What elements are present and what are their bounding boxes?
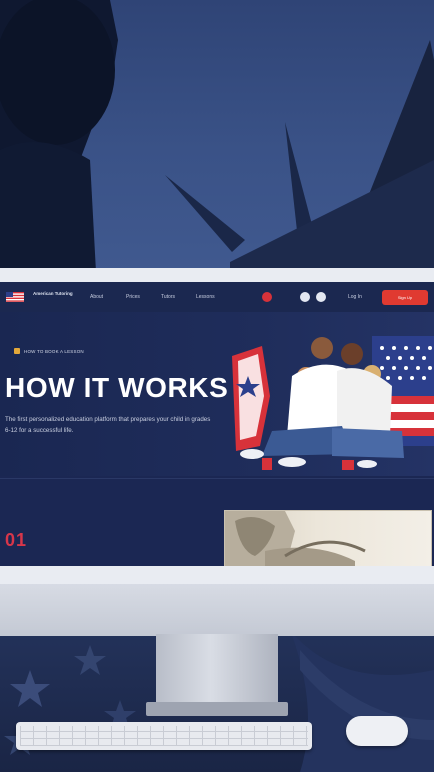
step-number: 01	[5, 530, 28, 550]
family-flag-image	[232, 336, 434, 470]
flag-logo-icon[interactable]	[6, 292, 24, 302]
social-icon-1[interactable]	[300, 292, 310, 302]
keyboard	[16, 722, 312, 750]
statue-silhouette	[0, 0, 434, 272]
section-divider	[0, 478, 434, 479]
hero-eyebrow-text: HOW TO BOOK A LESSON	[24, 348, 84, 354]
hero-title: HOW IT WORKS	[5, 372, 229, 403]
nav-link-prices[interactable]: Prices	[126, 294, 140, 300]
monitor-stand	[156, 634, 278, 706]
keyboard-keys	[20, 726, 308, 746]
nav-link-tutors[interactable]: Tutors	[161, 294, 175, 300]
background-photo-statue	[0, 0, 434, 272]
hero-subtitle: The first personalized education platfor…	[5, 416, 211, 434]
website-screen: American Tutoring About Prices Tutors Le…	[0, 282, 434, 566]
monitor-chin	[0, 584, 434, 636]
statue-sculpture-image	[225, 511, 366, 566]
social-icon-2[interactable]	[316, 292, 326, 302]
monitor-stand-base	[146, 702, 288, 716]
nav-link-lessons[interactable]: Lessons	[196, 294, 215, 300]
site-navbar: American Tutoring About Prices Tutors Le…	[0, 282, 434, 312]
mouse	[346, 716, 408, 746]
book-icon	[14, 348, 20, 354]
signup-button[interactable]: Sign Up	[382, 290, 428, 305]
step-image	[224, 510, 432, 566]
logo-text[interactable]: American Tutoring	[33, 291, 73, 296]
hero-section: HOW TO BOOK A LESSON HOW IT WORKS The fi…	[0, 312, 434, 476]
monitor-frame: American Tutoring About Prices Tutors Le…	[0, 268, 434, 586]
login-link[interactable]: Log In	[348, 294, 362, 300]
hero-eyebrow: HOW TO BOOK A LESSON	[14, 348, 84, 354]
notification-icon[interactable]	[262, 292, 272, 302]
nav-link-about[interactable]: About	[90, 294, 103, 300]
